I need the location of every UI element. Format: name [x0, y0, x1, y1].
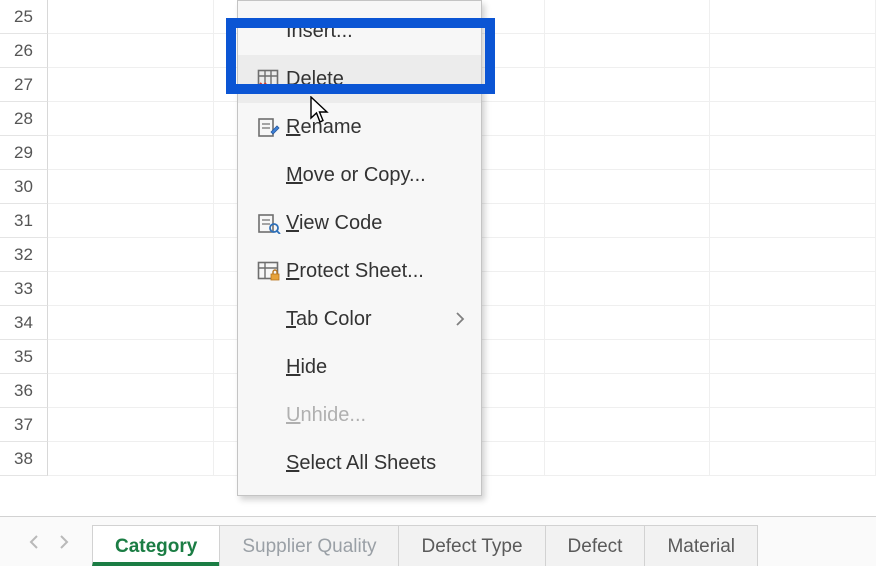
menu-label: Hide: [286, 356, 465, 379]
sheet-tab-label: Supplier Quality: [242, 536, 376, 557]
menu-item-move-or-copy[interactable]: Move or Copy...: [238, 151, 481, 199]
row-header[interactable]: 25: [0, 0, 48, 34]
row-header[interactable]: 30: [0, 170, 48, 204]
menu-label: Unhide...: [286, 404, 465, 427]
sheet-context-menu: Insert... Delete Rename: [237, 0, 482, 496]
menu-item-hide[interactable]: Hide: [238, 343, 481, 391]
sheet-tab-label: Defect Type: [421, 536, 522, 557]
row-header[interactable]: 28: [0, 102, 48, 136]
row-header[interactable]: 36: [0, 374, 48, 408]
row-header[interactable]: 37: [0, 408, 48, 442]
row-header[interactable]: 35: [0, 340, 48, 374]
menu-item-tab-color[interactable]: Tab Color: [238, 295, 481, 343]
menu-item-insert[interactable]: Insert...: [238, 7, 481, 55]
sheet-nav-next-icon[interactable]: [58, 535, 70, 549]
row-header[interactable]: 27: [0, 68, 48, 102]
sheet-tab-defect-type[interactable]: Defect Type: [398, 525, 545, 566]
row-header[interactable]: 38: [0, 442, 48, 476]
menu-label: Select All Sheets: [286, 452, 465, 475]
sheet-tab-supplier-quality[interactable]: Supplier Quality: [219, 525, 399, 566]
row-header[interactable]: 33: [0, 272, 48, 306]
menu-item-delete[interactable]: Delete: [238, 55, 481, 103]
protect-sheet-icon: [252, 260, 286, 282]
sheet-tab-label: Material: [667, 536, 735, 557]
menu-item-unhide: Unhide...: [238, 391, 481, 439]
row-header[interactable]: 32: [0, 238, 48, 272]
menu-label: Tab Color: [286, 308, 455, 331]
menu-label: Protect Sheet...: [286, 260, 465, 283]
row-header[interactable]: 26: [0, 34, 48, 68]
sheet-tab-bar: Category Supplier Quality Defect Type De…: [0, 516, 876, 566]
menu-item-protect-sheet[interactable]: Protect Sheet...: [238, 247, 481, 295]
menu-label: View Code: [286, 212, 465, 235]
sheet-nav-prev-icon[interactable]: [28, 535, 40, 549]
sheet-tab-material[interactable]: Material: [644, 525, 758, 566]
menu-item-select-all-sheets[interactable]: Select All Sheets: [238, 439, 481, 487]
row-header[interactable]: 34: [0, 306, 48, 340]
menu-item-view-code[interactable]: View Code: [238, 199, 481, 247]
rename-icon: [252, 116, 286, 138]
menu-label: Insert...: [286, 20, 465, 43]
sheet-tab-category[interactable]: Category: [92, 525, 220, 566]
row-header[interactable]: 31: [0, 204, 48, 238]
view-code-icon: [252, 212, 286, 234]
sheet-tab-defect[interactable]: Defect: [545, 525, 646, 566]
sheet-tab-label: Defect: [568, 536, 623, 557]
menu-label: Delete: [286, 68, 465, 91]
sheet-tabs: Category Supplier Quality Defect Type De…: [92, 517, 757, 566]
delete-sheet-icon: [252, 68, 286, 90]
row-header-column: 25 26 27 28 29 30 31 32 33 34 35 36 37 3…: [0, 0, 48, 516]
sheet-nav: [10, 535, 88, 549]
menu-label: Move or Copy...: [286, 164, 465, 187]
row-header[interactable]: 29: [0, 136, 48, 170]
sheet-tab-label: Category: [115, 536, 197, 557]
chevron-right-icon: [455, 312, 465, 326]
menu-item-rename[interactable]: Rename: [238, 103, 481, 151]
menu-label: Rename: [286, 116, 465, 139]
